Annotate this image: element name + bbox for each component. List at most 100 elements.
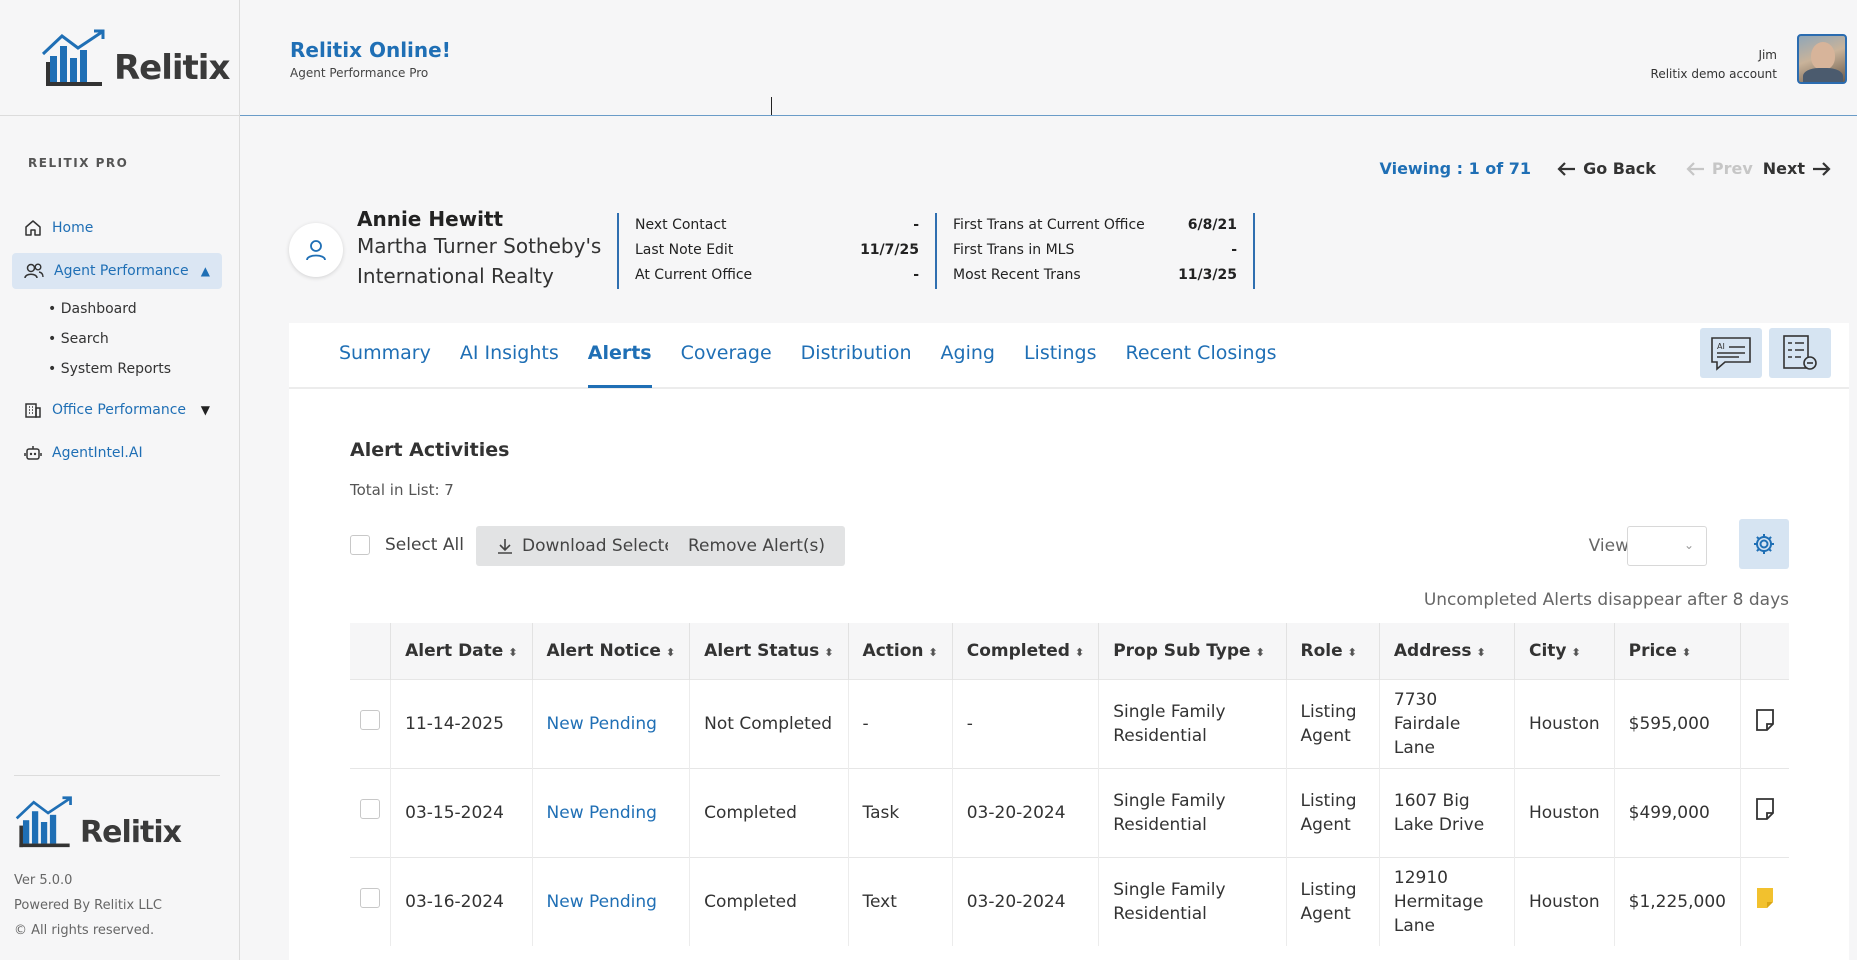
cell-price: $1,225,000 (1614, 856, 1742, 946)
table-row[interactable]: 11-14-2025 New Pending Not Completed - -… (350, 678, 1789, 768)
row-checkbox[interactable] (360, 799, 380, 819)
cell-role: Listing Agent (1286, 856, 1380, 946)
user-name: Jim (1758, 48, 1777, 62)
table-row[interactable]: 03-16-2024 New Pending Completed Text 03… (350, 856, 1789, 946)
table-row[interactable]: 03-15-2024 New Pending Completed Task 03… (350, 767, 1789, 857)
tab-listings[interactable]: Listings (1024, 322, 1097, 388)
tab-aging[interactable]: Aging (941, 322, 995, 388)
sort-icon: ⬍ (1255, 645, 1265, 659)
cell-city: Houston (1514, 767, 1615, 857)
logo-area: Relitix (0, 0, 239, 116)
relitix-logo[interactable]: Relitix (40, 28, 230, 88)
cell-action: Task (848, 767, 953, 857)
column-header-role[interactable]: Role ⬍ (1286, 623, 1380, 679)
main-content: Viewing : 1 of 71 Go Back Prev Next Anni… (241, 117, 1857, 960)
footer-logo: Relitix (14, 794, 220, 850)
sidebar-item-office-performance[interactable]: Office Performance ▼ (12, 392, 222, 428)
tab-alerts[interactable]: Alerts (587, 322, 652, 388)
agent-card: Annie Hewitt Martha Turner Sotheby's Int… (289, 207, 1255, 291)
column-header-prop-sub-type[interactable]: Prop Sub Type ⬍ (1098, 623, 1287, 679)
record-pager: Viewing : 1 of 71 Go Back Prev Next (1379, 159, 1837, 178)
go-back-button[interactable]: Go Back (1551, 159, 1656, 178)
avatar[interactable] (1797, 34, 1847, 84)
checkbox[interactable] (350, 535, 370, 555)
section-title: Alert Activities (350, 439, 510, 461)
sidebar-item-label: Agent Performance (54, 263, 189, 279)
app-title: Relitix Online! (290, 38, 451, 62)
arrow-left-icon (1557, 161, 1576, 176)
tab-ai-insights[interactable]: AI Insights (460, 322, 559, 388)
column-header-completed[interactable]: Completed ⬍ (952, 623, 1100, 679)
cell-address: 7730 Fairdale Lane (1379, 678, 1515, 768)
sidebar: Relitix RELITIX PRO Home Agent Performan… (0, 0, 240, 960)
cell-city: Houston (1514, 678, 1615, 768)
cell-prop-sub-type: Single Family Residential (1098, 767, 1287, 857)
cell-alert-notice-link[interactable]: New Pending (532, 678, 691, 768)
remove-alerts-button[interactable]: Remove Alert(s) (668, 526, 845, 566)
tab-coverage[interactable]: Coverage (681, 322, 772, 388)
gear-icon (1754, 534, 1774, 554)
sidebar-subitem-search[interactable]: • Search (48, 324, 222, 354)
next-button[interactable]: Next (1763, 159, 1837, 178)
sort-icon: ⬍ (928, 645, 938, 659)
cell-alert-notice-link[interactable]: New Pending (532, 856, 691, 946)
cell-city: Houston (1514, 856, 1615, 946)
cell-prop-sub-type: Single Family Residential (1098, 856, 1287, 946)
note-icon[interactable] (1755, 798, 1775, 820)
ai-chat-button[interactable]: AI (1700, 328, 1762, 378)
sidebar-nav: Home Agent Performance ▲ • Dashboard • S… (12, 210, 222, 478)
logo-chart-icon (15, 796, 72, 848)
ai-chat-icon: AI (1711, 337, 1751, 371)
agent-name: Annie Hewitt (357, 207, 504, 231)
robot-icon (24, 446, 42, 460)
building-icon (25, 403, 41, 418)
agent-avatar (289, 223, 343, 277)
sidebar-item-agent-performance[interactable]: Agent Performance ▲ (12, 253, 222, 289)
sort-icon: ⬍ (1074, 645, 1085, 659)
column-header-alert-status[interactable]: Alert Status ⬍ (689, 623, 849, 679)
cell-completed: 03-20-2024 (952, 767, 1100, 857)
sidebar-item-home[interactable]: Home (12, 210, 222, 246)
cell-prop-sub-type: Single Family Residential (1098, 678, 1287, 768)
cell-address: 12910 Hermitage Lane (1379, 856, 1515, 946)
select-all-checkbox[interactable]: Select All (350, 535, 464, 555)
logo-text: Relitix (80, 815, 182, 850)
stat-row: At Current Office - (635, 267, 919, 283)
alerts-table: Alert Date ⬍ Alert Notice ⬍ Alert Status ⬍ … (350, 623, 1789, 946)
app-subtitle: Agent Performance Pro (290, 66, 429, 80)
checklist-button[interactable] (1769, 328, 1831, 378)
prev-button[interactable]: Prev (1680, 159, 1753, 178)
tab-recent-closings[interactable]: Recent Closings (1125, 322, 1276, 388)
agent-identity: Annie Hewitt Martha Turner Sotheby's Int… (357, 207, 617, 291)
sort-icon: ⬍ (824, 645, 834, 659)
logo-text: Relitix (114, 47, 230, 88)
cell-price: $499,000 (1614, 767, 1742, 857)
user-info[interactable]: Jim Relitix demo account (1651, 46, 1777, 84)
view-select[interactable]: ⌄ (1627, 526, 1707, 566)
sidebar-subitem-system-reports[interactable]: • System Reports (48, 354, 222, 384)
note-icon[interactable] (1755, 709, 1775, 731)
cell-price: $595,000 (1614, 678, 1742, 768)
column-header-action[interactable]: Action ⬍ (848, 623, 953, 679)
sidebar-item-agentintel[interactable]: AgentIntel.AI (12, 435, 222, 471)
tab-summary[interactable]: Summary (339, 322, 431, 388)
chevron-down-icon: ⌄ (1683, 538, 1694, 552)
cell-alert-notice-link[interactable]: New Pending (532, 767, 691, 857)
column-header-price[interactable]: Price ⬍ (1614, 623, 1742, 679)
sidebar-subitem-dashboard[interactable]: • Dashboard (48, 294, 222, 324)
cell-alert-date: 11-14-2025 (390, 678, 533, 768)
settings-button[interactable] (1739, 519, 1789, 569)
column-header-alert-date[interactable]: Alert Date ⬍ (390, 623, 533, 679)
row-checkbox[interactable] (360, 888, 380, 909)
cell-alert-date: 03-16-2024 (390, 856, 533, 946)
column-header-city[interactable]: City ⬍ (1514, 623, 1615, 679)
note-filled-icon[interactable] (1755, 887, 1775, 909)
sort-icon: ⬍ (508, 645, 518, 659)
column-header-address[interactable]: Address ⬍ (1379, 623, 1515, 679)
column-header-alert-notice[interactable]: Alert Notice ⬍ (532, 623, 691, 679)
row-checkbox[interactable] (360, 710, 380, 730)
tab-distribution[interactable]: Distribution (801, 322, 912, 388)
checklist-icon (1783, 335, 1817, 370)
view-label: View (1588, 536, 1629, 556)
sort-icon: ⬍ (1347, 645, 1357, 659)
